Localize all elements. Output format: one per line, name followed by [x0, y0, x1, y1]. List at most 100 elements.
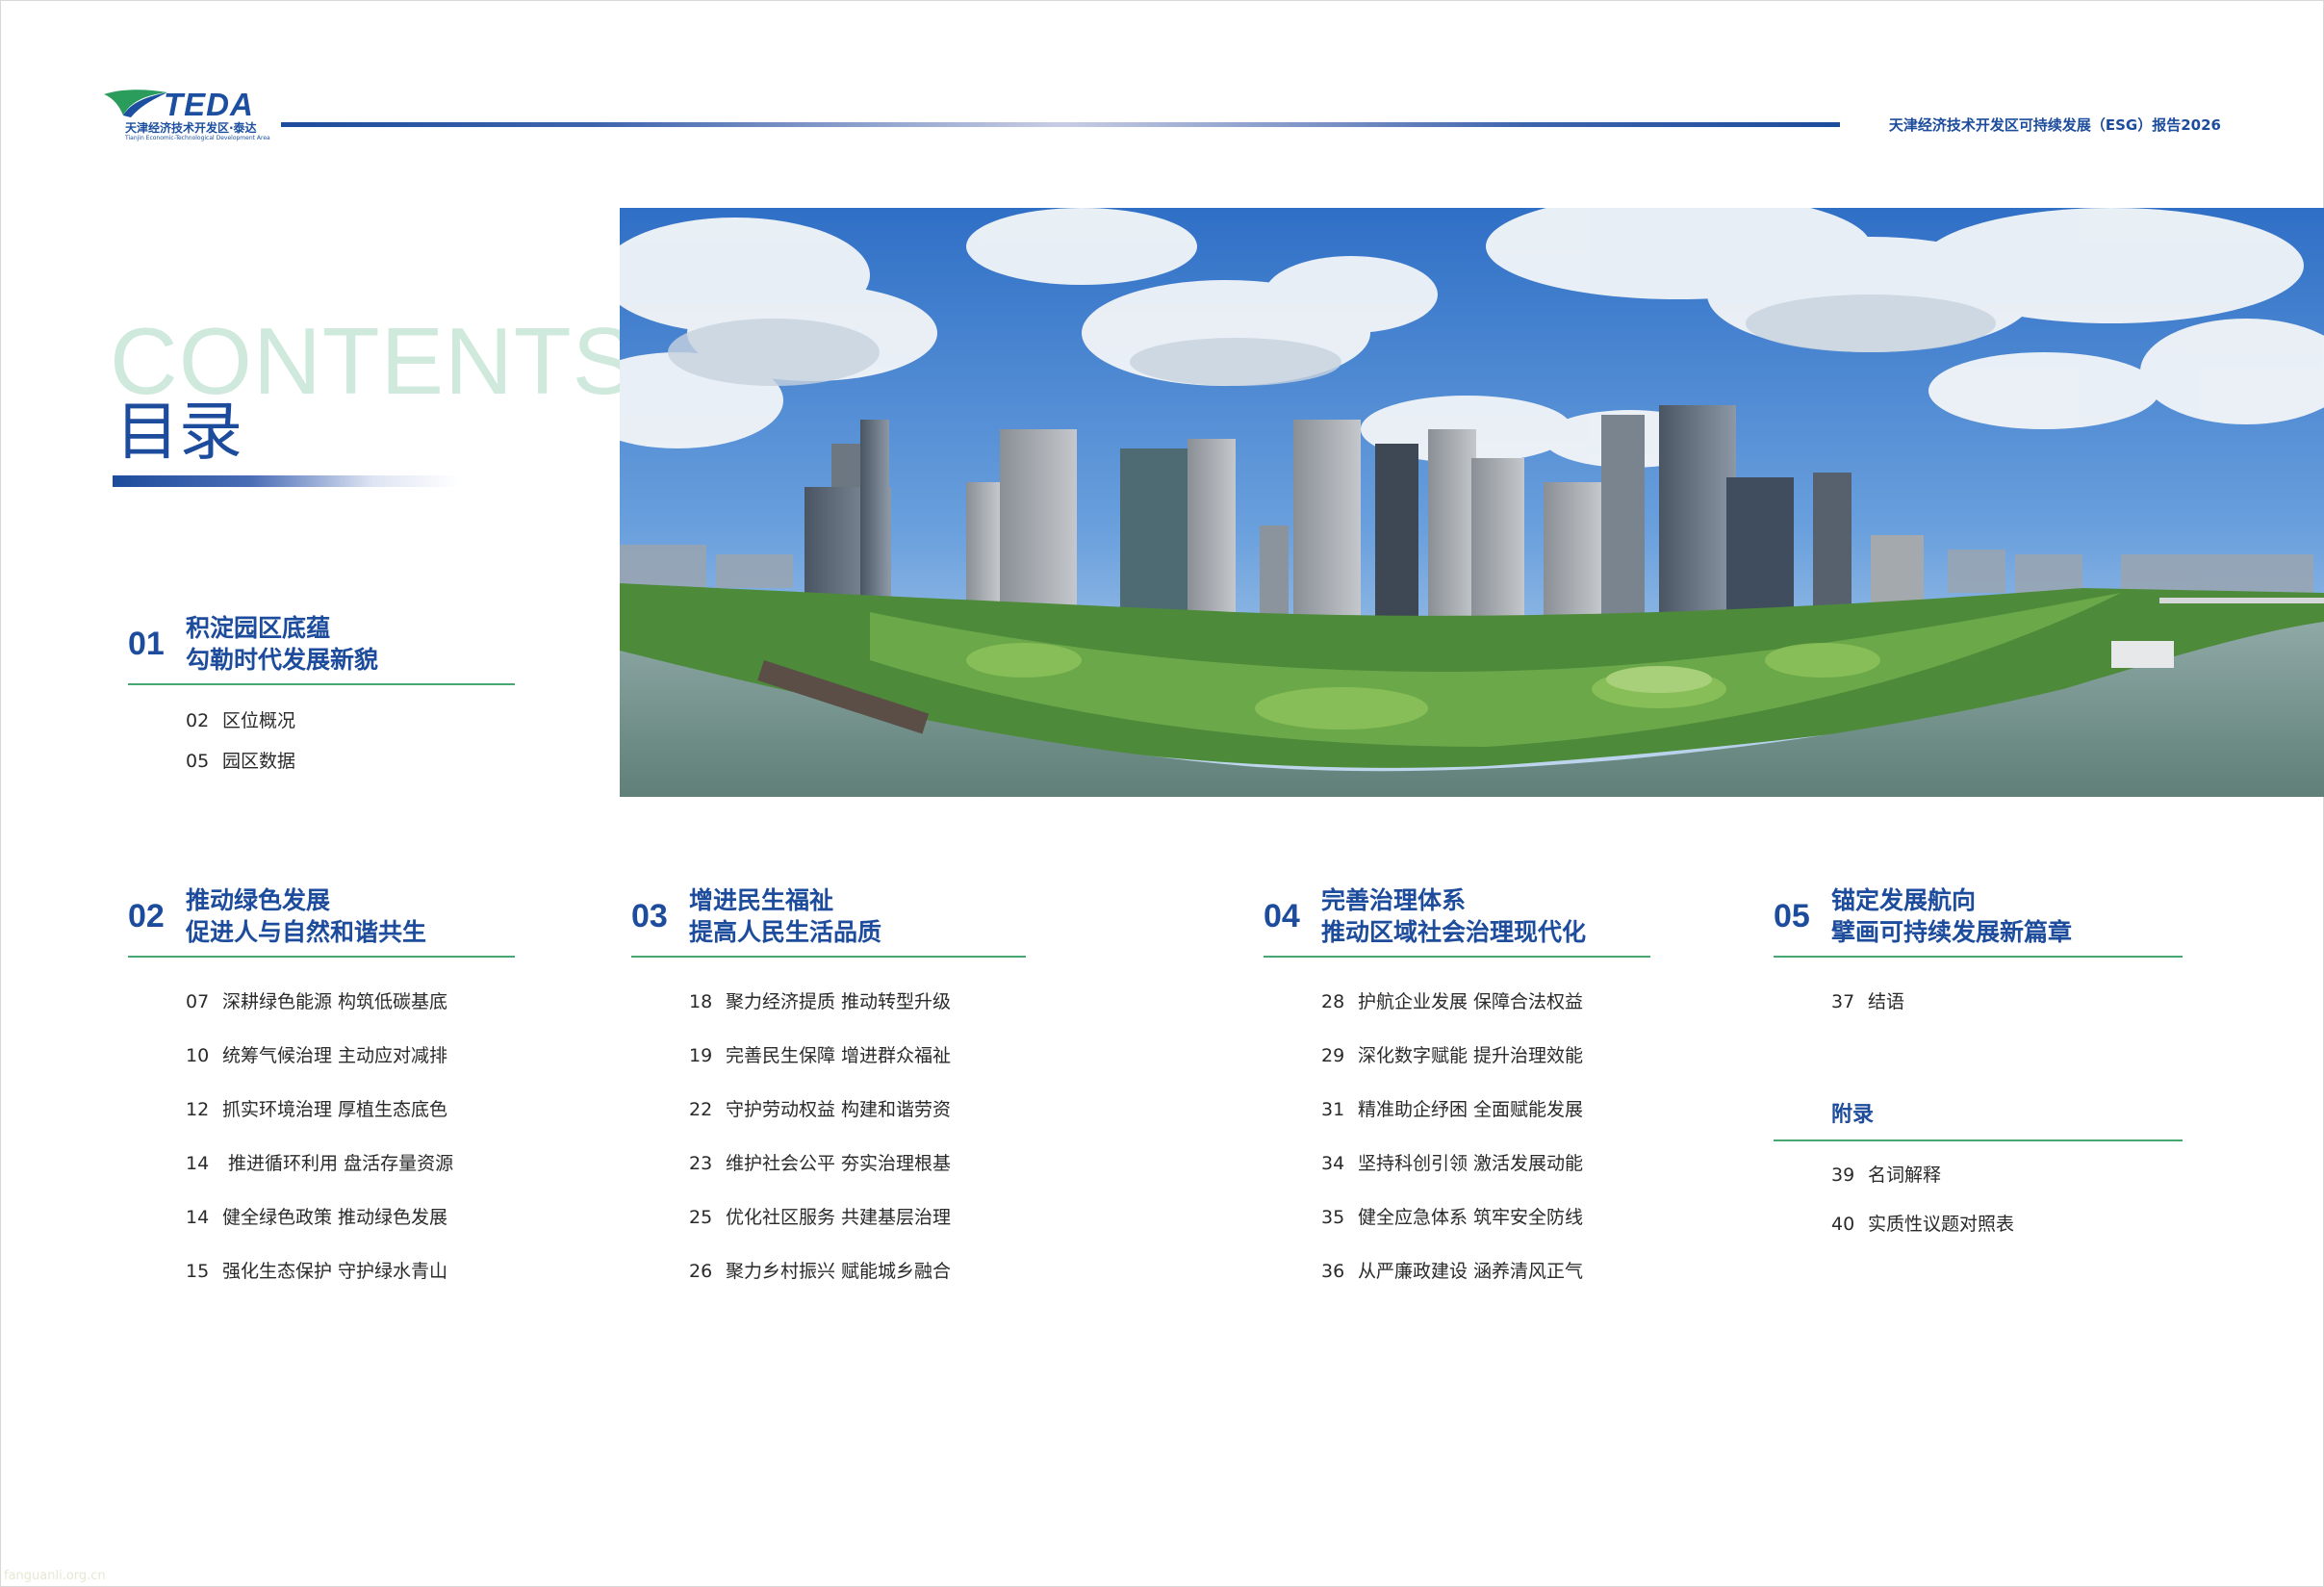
- toc-page: 18: [689, 991, 713, 1012]
- toc-page: 29: [1321, 1045, 1345, 1066]
- toc-entry[interactable]: 25 优化社区服务 共建基层治理: [689, 1190, 951, 1244]
- toc-page: 34: [1321, 1153, 1345, 1174]
- section-rule: [1264, 956, 1650, 958]
- toc-entry[interactable]: 26 聚力乡村振兴 赋能城乡融合: [689, 1244, 951, 1298]
- report-title: 天津经济技术开发区可持续发展（ESG）报告2026: [1888, 116, 2221, 134]
- section-title-line1: 完善治理体系: [1321, 886, 1467, 914]
- toc-page: 36: [1321, 1261, 1345, 1282]
- toc-text: 园区数据: [222, 751, 296, 772]
- toc-page: 26: [689, 1261, 713, 1282]
- toc-entry[interactable]: 10 统筹气候治理 主动应对减排: [186, 1029, 453, 1083]
- header-rule: [281, 122, 1840, 127]
- section-rule: [128, 956, 515, 958]
- section-rule: [1774, 956, 2183, 958]
- toc-page: 10: [186, 1045, 210, 1066]
- toc-text: 区位概况: [222, 710, 296, 731]
- toc-text: 实质性议题对照表: [1868, 1214, 2015, 1235]
- toc-page: 40: [1831, 1214, 1855, 1235]
- toc-entry[interactable]: 14 健全绿色政策 推动绿色发展: [186, 1190, 453, 1244]
- watermark: fanguanli.org.cn: [4, 1569, 106, 1583]
- toc-entry[interactable]: 22 守护劳动权益 构建和谐劳资: [689, 1083, 951, 1137]
- toc-entry[interactable]: 40 实质性议题对照表: [1831, 1200, 2014, 1249]
- toc-text: 健全绿色政策 推动绿色发展: [222, 1207, 448, 1228]
- section-title-line2: 推动区域社会治理现代化: [1321, 918, 1587, 946]
- toc-entry[interactable]: 28 护航企业发展 保障合法权益: [1321, 975, 1583, 1029]
- contents-chinese-heading: 目录: [115, 395, 243, 469]
- toc-entry[interactable]: 07 深耕绿色能源 构筑低碳基底: [186, 975, 453, 1029]
- toc-text: 统筹气候治理 主动应对减排: [222, 1045, 448, 1066]
- toc-text: 名词解释: [1868, 1165, 1942, 1186]
- section-title: 推动绿色发展 促进人与自然和谐共生: [186, 884, 426, 948]
- toc-entry[interactable]: 02 区位概况: [186, 701, 295, 741]
- section-title-line2: 提高人民生活品质: [689, 918, 882, 946]
- section-title-line1: 锚定发展航向: [1831, 886, 1977, 914]
- section-rule: [631, 956, 1026, 958]
- toc-text: 从严廉政建设 涵养清风正气: [1358, 1261, 1584, 1282]
- toc-entry[interactable]: 29 深化数字赋能 提升治理效能: [1321, 1029, 1583, 1083]
- logo-wordmark: TEDA: [164, 87, 254, 122]
- toc-entry[interactable]: 12 抓实环境治理 厚植生态底色: [186, 1083, 453, 1137]
- toc-page: 23: [689, 1153, 713, 1174]
- logo-chinese-name: 天津经济技术开发区·泰达: [125, 121, 257, 135]
- section-title: 积淀园区底蕴 勾勒时代发展新貌: [186, 612, 378, 676]
- section-number: 02: [128, 898, 165, 934]
- toc-entry[interactable]: 37 结语: [1831, 975, 1904, 1029]
- toc-page: 02: [186, 710, 210, 731]
- toc-entry[interactable]: 15 强化生态保护 守护绿水青山: [186, 1244, 453, 1298]
- toc-text: 聚力经济提质 推动转型升级: [726, 991, 952, 1012]
- section-number: 01: [128, 626, 165, 662]
- section-number: 05: [1774, 898, 1810, 934]
- section-title-line2: 擘画可持续发展新篇章: [1831, 918, 2073, 946]
- section-rule: [128, 683, 515, 685]
- toc-text: 健全应急体系 筑牢安全防线: [1358, 1207, 1584, 1228]
- toc-text: 强化生态保护 守护绿水青山: [222, 1261, 448, 1282]
- appendix-title: 附录: [1831, 1103, 1875, 1127]
- toc-text: 守护劳动权益 构建和谐劳资: [726, 1099, 952, 1120]
- teda-logo: TEDA 天津经济技术开发区·泰达 Tianjin Economic-Techn…: [102, 85, 275, 142]
- toc-entry[interactable]: 36 从严廉政建设 涵养清风正气: [1321, 1244, 1583, 1298]
- toc-page: 05: [186, 751, 210, 772]
- toc-entry[interactable]: 05 园区数据: [186, 741, 295, 781]
- toc-page: 35: [1321, 1207, 1345, 1228]
- toc-text: 维护社会公平 夯实治理根基: [726, 1153, 952, 1174]
- section-number: 04: [1264, 898, 1300, 934]
- toc-page: 31: [1321, 1099, 1345, 1120]
- toc-text: 结语: [1868, 991, 1905, 1012]
- toc-text: 深化数字赋能 提升治理效能: [1358, 1045, 1584, 1066]
- toc-text: 完善民生保障 增进群众福祉: [726, 1045, 952, 1066]
- section-title: 完善治理体系 推动区域社会治理现代化: [1321, 884, 1586, 948]
- toc-text: 坚持科创引领 激活发展动能: [1358, 1153, 1584, 1174]
- section-number: 03: [631, 898, 668, 934]
- contents-underline: [113, 475, 459, 487]
- toc-page: 37: [1831, 991, 1855, 1012]
- toc-entry[interactable]: 34 坚持科创引领 激活发展动能: [1321, 1137, 1583, 1190]
- toc-text: 推进循环利用 盘活存量资源: [222, 1153, 454, 1174]
- toc-page: 22: [689, 1099, 713, 1120]
- toc-text: 精准助企纾困 全面赋能发展: [1358, 1099, 1584, 1120]
- toc-page: 12: [186, 1099, 210, 1120]
- toc-entry[interactable]: 39 名词解释: [1831, 1151, 2014, 1200]
- section-title-line2: 勾勒时代发展新貌: [186, 646, 379, 674]
- toc-page: 19: [689, 1045, 713, 1066]
- section-items: 18 聚力经济提质 推动转型升级 19 完善民生保障 增进群众福祉 22 守护劳动权益…: [689, 975, 951, 1298]
- appendix-items: 39 名词解释 40 实质性议题对照表: [1831, 1151, 2014, 1249]
- toc-page: 15: [186, 1261, 210, 1282]
- appendix-rule: [1774, 1139, 2183, 1141]
- toc-entry[interactable]: 35 健全应急体系 筑牢安全防线: [1321, 1190, 1583, 1244]
- toc-text: 深耕绿色能源 构筑低碳基底: [222, 991, 448, 1012]
- toc-text: 聚力乡村振兴 赋能城乡融合: [726, 1261, 952, 1282]
- section-items: 07 深耕绿色能源 构筑低碳基底 10 统筹气候治理 主动应对减排 12 抓实环境治理…: [186, 975, 453, 1298]
- toc-entry[interactable]: 14 推进循环利用 盘活存量资源: [186, 1137, 453, 1190]
- toc-text: 护航企业发展 保障合法权益: [1358, 991, 1584, 1012]
- section-title: 增进民生福祉 提高人民生活品质: [689, 884, 881, 948]
- section-items: 02 区位概况 05 园区数据: [186, 701, 295, 781]
- section-title-line1: 积淀园区底蕴: [186, 614, 331, 642]
- section-title-line1: 增进民生福祉: [689, 886, 834, 914]
- toc-entry[interactable]: 19 完善民生保障 增进群众福祉: [689, 1029, 951, 1083]
- logo-english-name: Tianjin Economic-Technological Developme…: [125, 135, 270, 141]
- toc-page: 39: [1831, 1165, 1855, 1186]
- toc-page: 25: [689, 1207, 713, 1228]
- toc-entry[interactable]: 18 聚力经济提质 推动转型升级: [689, 975, 951, 1029]
- toc-entry[interactable]: 31 精准助企纾困 全面赋能发展: [1321, 1083, 1583, 1137]
- toc-entry[interactable]: 23 维护社会公平 夯实治理根基: [689, 1137, 951, 1190]
